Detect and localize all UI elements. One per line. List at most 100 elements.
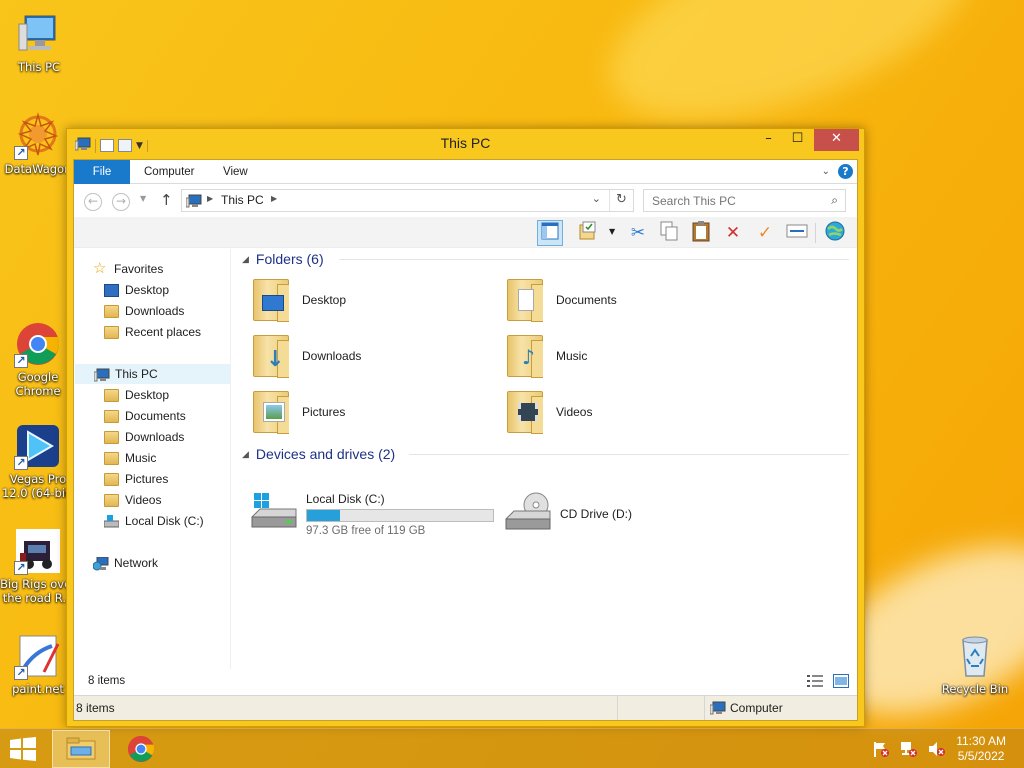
- navigation-pane-button[interactable]: [537, 220, 563, 246]
- search-input[interactable]: [644, 190, 814, 211]
- search-icon[interactable]: ⌕: [831, 193, 838, 208]
- desktop-icon-label: This PC: [17, 60, 61, 74]
- folder-label: Videos: [556, 405, 593, 419]
- collapse-triangle-icon: ◢: [242, 448, 249, 459]
- clipboard-icon: [692, 220, 710, 247]
- nav-this-pc-videos[interactable]: Videos: [104, 490, 161, 510]
- network-drive-button[interactable]: [822, 220, 848, 246]
- desktop-icon-recycle-bin[interactable]: Recycle Bin: [937, 632, 1013, 696]
- folder-tile-documents[interactable]: Documents: [504, 275, 617, 325]
- drive-usage-bar: [306, 508, 494, 522]
- recent-locations-chevron-icon[interactable]: ▼: [140, 194, 146, 203]
- details-view-button[interactable]: [807, 674, 823, 691]
- address-bar[interactable]: ▶ This PC ▶ ⌄ ↻: [181, 189, 634, 212]
- title-bar[interactable]: ▼ This PC – ☐ ✕: [67, 129, 864, 159]
- desktop-icon-paint-net[interactable]: ↗ paint.net: [0, 632, 76, 696]
- maximize-button[interactable]: ☐: [783, 129, 812, 151]
- group-header-folders[interactable]: ◢ Folders (6): [242, 249, 324, 269]
- desktop-icon-datawagon[interactable]: ↗ DataWagon: [0, 112, 76, 176]
- pictures-folder-icon: [250, 389, 294, 435]
- chevron-down-icon[interactable]: ▼: [609, 227, 615, 236]
- nav-label: Pictures: [125, 472, 169, 486]
- drive-free-space: 97.3 GB free of 119 GB: [306, 524, 426, 537]
- shortcut-arrow-icon: ↗: [14, 666, 28, 680]
- nav-this-pc-documents[interactable]: Documents: [104, 406, 186, 426]
- windows-logo-icon: [8, 737, 38, 764]
- tab-file[interactable]: File: [74, 160, 130, 184]
- tab-view[interactable]: View: [210, 160, 261, 184]
- desktop-icon-label: Google Chrome: [15, 370, 61, 398]
- forward-button[interactable]: →: [112, 193, 130, 211]
- shortcut-arrow-icon: ↗: [14, 354, 28, 368]
- delete-button[interactable]: ✕: [720, 220, 746, 246]
- rename-field-button[interactable]: [784, 220, 810, 246]
- nav-label: Network: [114, 556, 159, 570]
- nav-favorites-desktop[interactable]: Desktop: [104, 280, 169, 300]
- nav-this-pc[interactable]: This PC: [75, 364, 230, 384]
- nav-label: Videos: [125, 493, 162, 507]
- desktop-icon-google-chrome[interactable]: ↗ Google Chrome: [0, 320, 76, 398]
- start-button[interactable]: [8, 737, 38, 764]
- nav-label: Recent places: [125, 325, 202, 339]
- close-button[interactable]: ✕: [814, 129, 859, 151]
- drive-tile-local-disk[interactable]: Local Disk (C:) 97.3 GB free of 119 GB: [250, 489, 494, 539]
- folder-tile-videos[interactable]: Videos: [504, 387, 592, 437]
- clock[interactable]: 11:30 AM 5/5/2022: [956, 734, 1006, 764]
- main-pane: ◢ Folders (6) Desktop Documents ↓ Downlo…: [234, 249, 857, 669]
- nav-label: Local Disk (C:): [125, 514, 204, 528]
- minimize-button[interactable]: –: [754, 129, 783, 151]
- folder-icon: [104, 430, 119, 444]
- nav-this-pc-music[interactable]: Music: [104, 448, 156, 468]
- desktop-icon-vegas-pro[interactable]: ↗ Vegas Pro 12.0 (64-bit): [0, 422, 76, 500]
- cut-button[interactable]: ✂: [625, 220, 651, 246]
- expand-ribbon-chevron-icon[interactable]: ⌄: [822, 166, 830, 177]
- up-arrow-icon[interactable]: ↑: [160, 191, 173, 209]
- taskbar-chrome[interactable]: [126, 734, 156, 767]
- refresh-icon[interactable]: ↻: [609, 190, 633, 211]
- group-divider: [409, 454, 849, 455]
- folder-tile-pictures[interactable]: Pictures: [250, 387, 345, 437]
- explorer-window[interactable]: ▼ This PC – ☐ ✕ File Computer View ⌄ ? ←…: [66, 128, 865, 727]
- group-header-devices[interactable]: ◢ Devices and drives (2): [242, 444, 395, 464]
- breadcrumb-chevron-icon[interactable]: ▶: [271, 194, 277, 203]
- paste-button[interactable]: [688, 220, 714, 246]
- nav-network[interactable]: Network: [92, 553, 159, 573]
- nav-this-pc-pictures[interactable]: Pictures: [104, 469, 168, 489]
- nav-label: Documents: [125, 409, 186, 423]
- vegas-pro-icon: ↗: [14, 422, 62, 470]
- large-icons-view-button[interactable]: [833, 674, 849, 691]
- desktop-icon-this-pc[interactable]: This PC: [1, 10, 77, 74]
- nav-favorites-recent-places[interactable]: Recent places: [104, 322, 201, 342]
- folder-label: Music: [556, 349, 588, 363]
- folder-tile-music[interactable]: ♪ Music: [504, 331, 587, 381]
- action-center-flag-icon[interactable]: [872, 741, 890, 760]
- address-history-chevron-icon[interactable]: ⌄: [592, 192, 601, 205]
- tab-computer[interactable]: Computer: [131, 160, 208, 184]
- nav-favorites-downloads[interactable]: Downloads: [104, 301, 184, 321]
- group-header-label: Devices and drives (2): [255, 446, 396, 462]
- help-icon[interactable]: ?: [838, 164, 853, 179]
- computer-icon: [185, 194, 202, 211]
- hard-drive-icon: [103, 514, 120, 528]
- navigation-pane[interactable]: ☆ Favorites Desktop Downloads Recent pla…: [74, 249, 231, 669]
- nav-this-pc-desktop[interactable]: Desktop: [104, 385, 169, 405]
- breadcrumb-chevron-icon[interactable]: ▶: [207, 194, 213, 203]
- nav-this-pc-local-disk[interactable]: Local Disk (C:): [103, 511, 204, 531]
- search-box[interactable]: ⌕: [643, 189, 846, 212]
- star-icon: ☆: [93, 259, 107, 277]
- copy-button[interactable]: [656, 220, 682, 246]
- nav-this-pc-downloads[interactable]: Downloads: [104, 427, 184, 447]
- nav-label: Favorites: [114, 262, 164, 276]
- volume-muted-icon[interactable]: [928, 741, 946, 760]
- network-status-icon[interactable]: [900, 741, 918, 760]
- taskbar-file-explorer[interactable]: [52, 730, 110, 768]
- breadcrumb-this-pc[interactable]: This PC: [221, 193, 264, 207]
- drive-tile-cd-drive[interactable]: CD Drive (D:): [504, 489, 632, 539]
- nav-favorites[interactable]: ☆ Favorites: [93, 259, 163, 279]
- properties-button[interactable]: [575, 220, 601, 246]
- folder-tile-downloads[interactable]: ↓ Downloads: [250, 331, 361, 381]
- back-button[interactable]: ←: [84, 193, 102, 211]
- rename-button[interactable]: ✓: [752, 220, 778, 246]
- folder-tile-desktop[interactable]: Desktop: [250, 275, 346, 325]
- desktop-icon-big-rigs[interactable]: ↗ Big Rigs over the road R...: [0, 527, 76, 605]
